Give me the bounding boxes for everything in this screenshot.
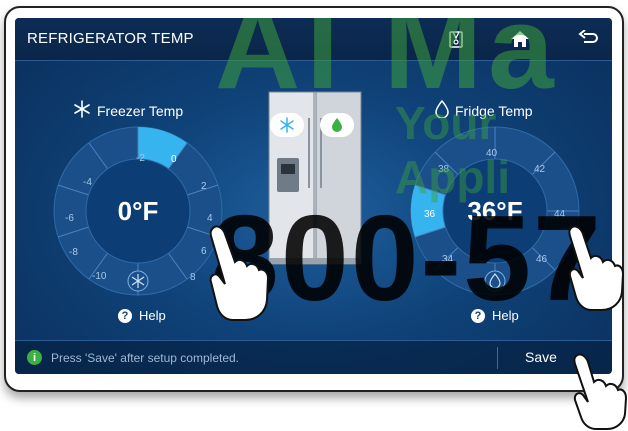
freezer-title-label: Freezer Temp <box>97 102 184 119</box>
fridge-tick[interactable]: 46 <box>536 254 547 265</box>
freezer-tick[interactable]: -4 <box>83 177 92 188</box>
title-bar: REFRIGERATOR TEMP <box>15 18 612 61</box>
fridge-tick[interactable]: 34 <box>442 254 453 265</box>
freezer-tick[interactable]: -6 <box>65 213 74 224</box>
freezer-tick[interactable]: 2 <box>201 181 207 192</box>
fridge-dial[interactable]: 40 42 44 46 34 36 38 36°F <box>410 126 580 301</box>
fridge-tick[interactable]: 38 <box>438 164 449 175</box>
freezer-mode-button[interactable] <box>270 113 304 137</box>
fridge-status-icon[interactable] <box>444 27 468 51</box>
app-screen: REFRIGERATOR TEMP Freezer Temp -2 0 2 4 … <box>15 18 612 374</box>
freezer-dial[interactable]: -2 0 2 4 6 8 -10 -8 -6 -4 0°F <box>53 126 223 301</box>
home-icon[interactable] <box>508 27 532 51</box>
freezer-tick[interactable]: -10 <box>92 271 106 282</box>
fridge-temp-value: 36°F <box>467 196 523 226</box>
fridge-section-title: Fridge Temp <box>435 99 533 121</box>
hand-pointer-icon <box>573 353 628 430</box>
fridge-tick[interactable]: 44 <box>554 209 565 220</box>
snowflake-icon <box>73 100 91 121</box>
water-drop-icon <box>435 99 449 121</box>
hand-pointer-icon <box>209 225 270 321</box>
fridge-help[interactable]: ? Help <box>471 308 519 323</box>
fridge-tick[interactable]: 42 <box>534 164 545 175</box>
freezer-help-label: Help <box>139 308 166 323</box>
freezer-tick-selected[interactable]: 0 <box>171 154 177 165</box>
fridge-help-label: Help <box>492 308 519 323</box>
fridge-tick-selected[interactable]: 36 <box>424 209 435 220</box>
freezer-tick[interactable]: -8 <box>69 247 78 258</box>
freezer-tick[interactable]: 8 <box>190 272 196 283</box>
freezer-help[interactable]: ? Help <box>118 308 166 323</box>
freezer-section-title: Freezer Temp <box>73 100 183 121</box>
back-icon[interactable] <box>576 27 600 51</box>
save-button[interactable]: Save <box>525 349 557 365</box>
help-icon: ? <box>118 308 132 323</box>
footer-bar: i Press 'Save' after setup completed. Sa… <box>15 340 612 374</box>
fridge-tick[interactable]: 40 <box>486 148 497 159</box>
fridge-mode-button[interactable] <box>320 113 354 137</box>
freezer-tick[interactable]: -2 <box>136 153 145 164</box>
info-icon: i <box>27 350 42 365</box>
page-title: REFRIGERATOR TEMP <box>27 30 194 47</box>
footer-divider <box>497 347 498 369</box>
hand-pointer-icon <box>568 225 625 311</box>
footer-message: Press 'Save' after setup completed. <box>51 351 240 365</box>
freezer-temp-value: 0°F <box>117 196 159 226</box>
fridge-title-label: Fridge Temp <box>455 102 533 119</box>
help-icon: ? <box>471 308 485 323</box>
